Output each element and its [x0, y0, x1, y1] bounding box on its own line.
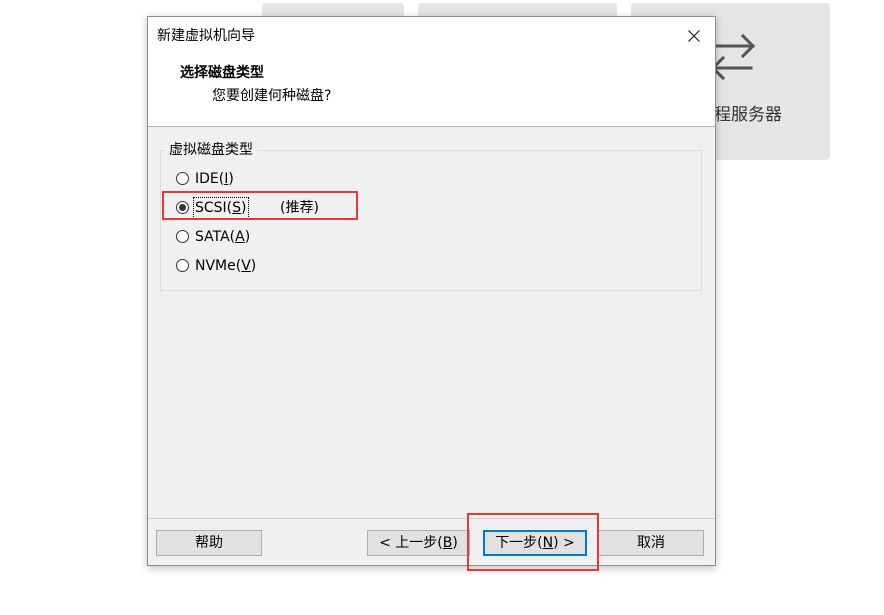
radio-label: NVMe(V) [195, 256, 256, 276]
radio-ide[interactable]: IDE(I) [176, 169, 476, 189]
close-icon [688, 30, 700, 42]
mnemonic-key: V [241, 258, 251, 274]
mnemonic-key: A [235, 229, 245, 245]
back-button[interactable]: < 上一步(B) [367, 530, 470, 556]
annotation-highlight-next [467, 513, 599, 571]
radio-button[interactable] [176, 259, 189, 272]
label-text: ) [250, 258, 257, 274]
dialog-header: 新建虚拟机向导 选择磁盘类型 您要创建何种磁盘? [148, 17, 715, 127]
cancel-button[interactable]: 取消 [598, 530, 704, 556]
button-text: ) [452, 535, 458, 551]
radio-label: SATA(A) [195, 227, 250, 247]
button-bar-divider [148, 518, 715, 519]
radio-sata[interactable]: SATA(A) [176, 227, 476, 247]
radio-nvme[interactable]: NVMe(V) [176, 256, 476, 276]
help-button[interactable]: 帮助 [156, 530, 262, 556]
label-text: SATA( [195, 229, 236, 245]
annotation-highlight-scsi [162, 191, 358, 220]
dialog-title: 新建虚拟机向导 [157, 28, 255, 44]
label-text: IDE( [195, 171, 225, 187]
label-text: ) [244, 229, 251, 245]
mnemonic-key: B [442, 535, 453, 551]
label-text: NVMe( [195, 258, 242, 274]
new-vm-wizard-dialog: 新建虚拟机向导 选择磁盘类型 您要创建何种磁盘? 虚拟磁盘类型 IDE(I) S… [147, 16, 716, 566]
page-heading: 选择磁盘类型 [180, 65, 264, 81]
label-text: ) [228, 171, 234, 187]
page-subheading: 您要创建何种磁盘? [212, 88, 332, 104]
button-text: < 上一步( [379, 535, 443, 551]
radio-label: IDE(I) [195, 169, 234, 189]
close-button[interactable] [682, 24, 706, 48]
radio-button[interactable] [176, 172, 189, 185]
disk-type-group-label: 虚拟磁盘类型 [165, 141, 257, 159]
radio-button[interactable] [176, 230, 189, 243]
